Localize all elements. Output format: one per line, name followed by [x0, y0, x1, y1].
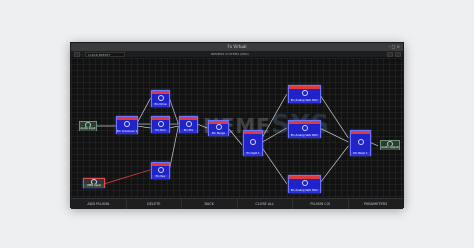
node-midi-input[interactable]: MIDI Input [83, 178, 105, 188]
node-mixer-small[interactable]: Eln Mix [179, 116, 198, 133]
wire [169, 98, 179, 125]
wire [136, 125, 151, 129]
minimize-icon[interactable]: – [388, 44, 390, 49]
midi-wire [104, 169, 151, 185]
node-graph-canvas[interactable]: NEMESYS Audio Input MIDI Input Eln Cross… [71, 58, 403, 198]
node-crossover[interactable]: Eln Crossover 1 [116, 116, 138, 134]
plugin-icon [185, 120, 192, 127]
plugin-icon [157, 120, 164, 127]
settings-icon[interactable] [387, 52, 393, 57]
title-bar: Fx Virtual – □ × [71, 43, 403, 51]
plugin-icon [215, 124, 222, 130]
parameters-button[interactable]: PARAMETERS [349, 199, 404, 209]
node-right-top[interactable]: Eln Analog Verb Stmr [288, 85, 321, 103]
preset-selector[interactable]: CLEAR PRESET [85, 52, 125, 57]
wire [319, 145, 349, 184]
node-mid-fx[interactable]: Eln Mod [151, 116, 170, 133]
node-bottom-fx[interactable]: Eln Rev [151, 162, 170, 179]
node-right-mid[interactable]: Eln Analog Verb Stmr [288, 120, 321, 138]
close-all-button[interactable]: CLOSE ALL [238, 199, 293, 209]
node-audio-input[interactable]: Audio Input [79, 121, 97, 131]
plugin-icon [357, 139, 364, 145]
plugin-cs-button[interactable]: PLUGIN C/S [293, 199, 349, 209]
plugin-icon [301, 90, 308, 96]
expand-icon[interactable] [395, 52, 401, 57]
node-top-dist[interactable]: Eln Drive [151, 90, 170, 107]
plugin-icon [301, 180, 308, 186]
toolbar: CLEAR PRESET NEMESIS SYSTEMS (PRO) [71, 51, 403, 58]
wire [169, 125, 179, 129]
plugin-icon [124, 121, 130, 127]
delete-button[interactable]: DELETE [127, 199, 182, 209]
plugin-icon [301, 125, 308, 131]
add-plugin-button[interactable]: ADD PLUGIN [71, 199, 127, 209]
plugin-icon [157, 94, 164, 101]
wire [169, 125, 179, 170]
window-title: Fx Virtual [227, 44, 247, 49]
node-right-bottom[interactable]: Eln Analog Verb Stmr [288, 175, 321, 193]
plugin-icon [157, 166, 164, 173]
plugin-icon [250, 139, 256, 145]
status-text: NEMESIS SYSTEMS (PRO) [211, 52, 249, 56]
node-audio-output[interactable]: Audio Output [380, 140, 400, 150]
window-controls[interactable]: – □ × [388, 44, 400, 50]
wire [136, 98, 151, 125]
node-merge[interactable]: Eln Merge [208, 120, 229, 136]
menu-icon[interactable] [74, 52, 80, 57]
node-mixer-right[interactable]: Eln Mixer 1 [350, 130, 371, 156]
wire [260, 145, 287, 184]
app-window: Fx Virtual – □ × CLEAR PRESET NEMESIS SY… [70, 42, 404, 209]
maximize-icon[interactable]: □ [392, 44, 396, 49]
node-split[interactable]: Eln Split 1 [243, 130, 263, 156]
back-button[interactable]: BACK [182, 199, 238, 209]
close-icon[interactable]: × [397, 44, 400, 49]
footer-toolbar: ADD PLUGIN DELETE BACK CLOSE ALL PLUGIN … [71, 198, 403, 209]
